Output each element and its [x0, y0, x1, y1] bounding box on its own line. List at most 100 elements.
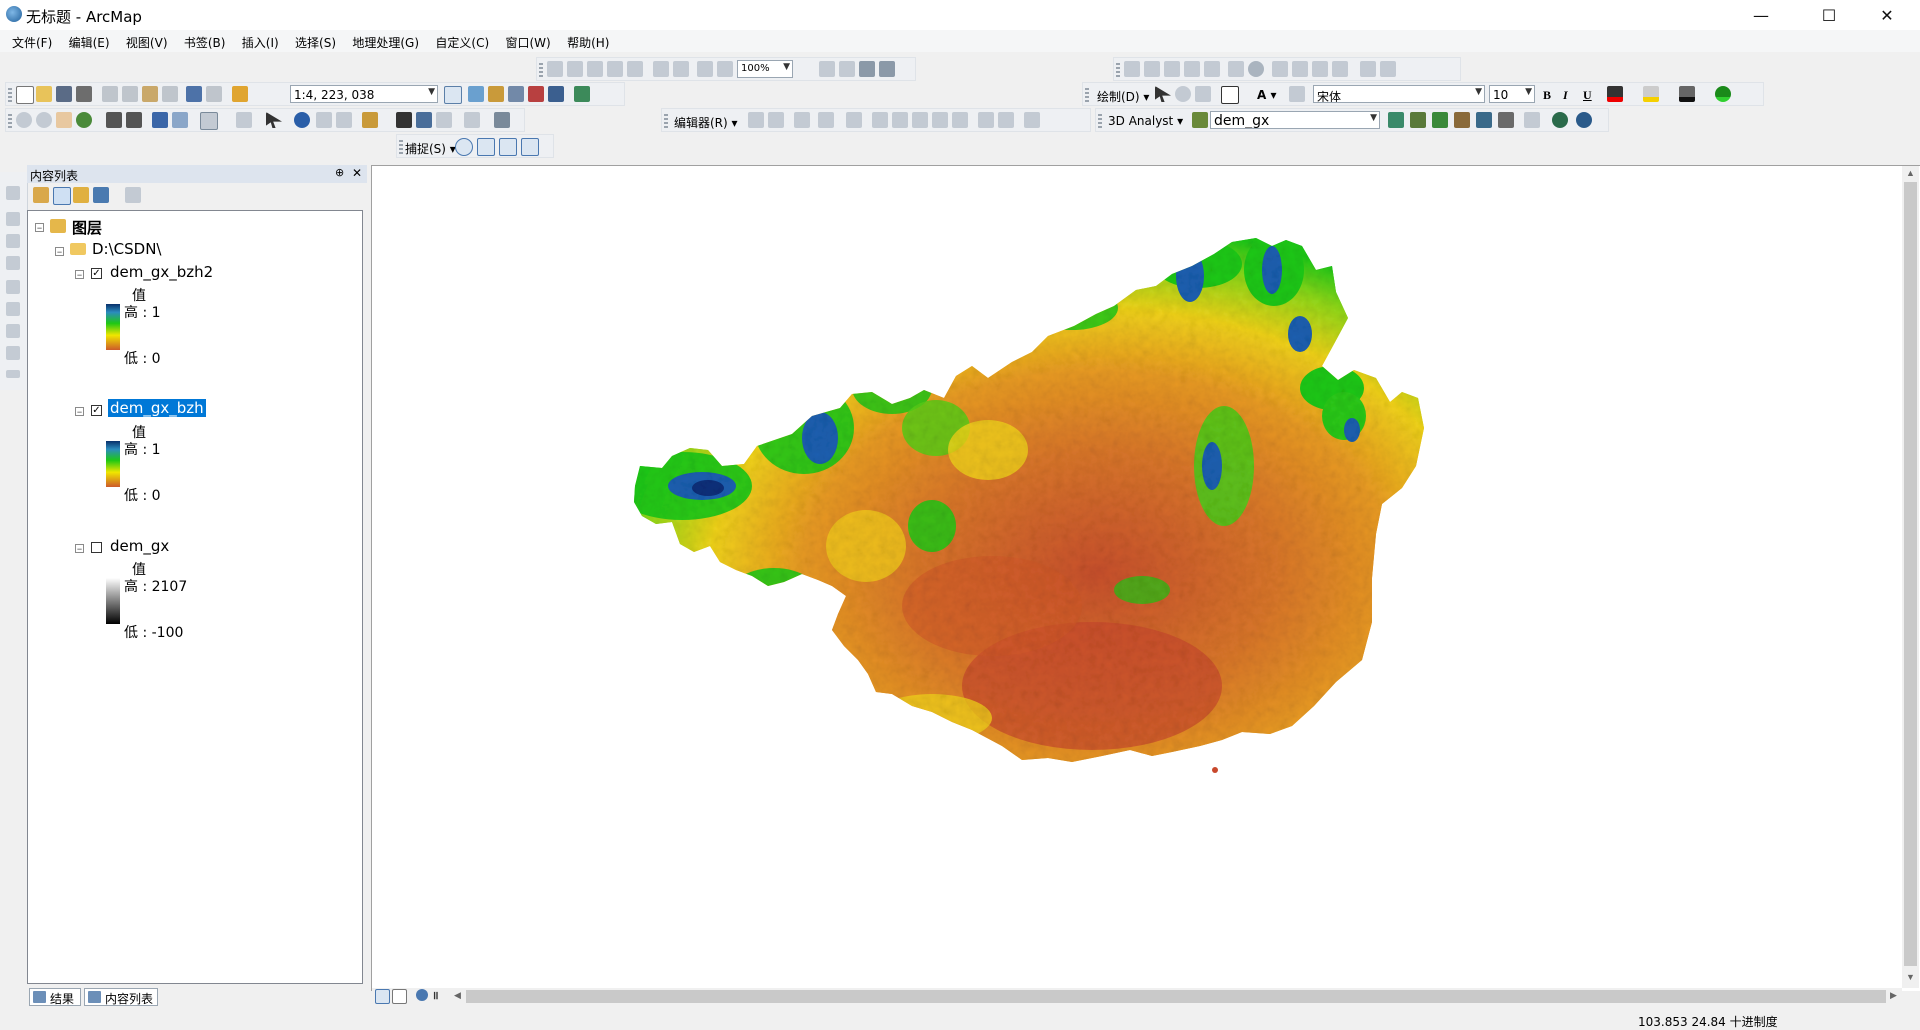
toolbar-grip[interactable] — [8, 88, 12, 102]
cut-polygons-icon[interactable] — [912, 112, 928, 128]
3d-analyst-menu[interactable]: 3D Analyst ▾ — [1108, 114, 1183, 128]
rotate-tool-icon[interactable] — [952, 112, 968, 128]
dock-icon-9[interactable] — [6, 370, 20, 378]
forward-extent-page-icon[interactable] — [717, 61, 733, 77]
split-icon[interactable] — [932, 112, 948, 128]
menu-customize[interactable]: 自定义(C) — [429, 30, 496, 51]
python-window-icon[interactable] — [548, 86, 564, 102]
horizontal-scroll-thumb[interactable] — [466, 990, 1886, 1003]
menu-selection[interactable]: 选择(S) — [289, 30, 343, 51]
paste-icon[interactable] — [142, 86, 158, 102]
toggle-draft-icon[interactable] — [819, 61, 835, 77]
contour-icon[interactable] — [1388, 112, 1404, 128]
snapping-menu[interactable]: 捕捉(S) ▾ — [405, 140, 456, 157]
menu-view[interactable]: 视图(V) — [120, 30, 175, 51]
pause-drawing-icon[interactable]: ॥ — [432, 988, 439, 1003]
font-color-icon[interactable] — [1607, 86, 1623, 102]
bold-button[interactable]: B — [1543, 88, 1551, 103]
collapse-toggle[interactable]: − — [75, 544, 84, 554]
back-arrow-icon[interactable] — [152, 112, 168, 128]
dock-icon-3[interactable] — [6, 234, 20, 248]
interpolate-polygon-icon[interactable] — [1498, 112, 1514, 128]
zoom-out-page-icon[interactable] — [567, 61, 583, 77]
point-icon[interactable] — [846, 112, 862, 128]
data-view-icon[interactable] — [375, 989, 390, 1004]
collapse-toggle[interactable]: − — [35, 223, 44, 233]
scroll-left-icon[interactable]: ◀ — [454, 990, 461, 1001]
toolbar-grip[interactable] — [539, 63, 543, 77]
georef-icon-9[interactable] — [1292, 61, 1308, 77]
reshape-icon[interactable] — [892, 112, 908, 128]
select-features-icon[interactable] — [200, 112, 218, 130]
line-color-icon[interactable] — [1679, 86, 1695, 102]
zoom-in-page-icon[interactable] — [547, 61, 563, 77]
print-icon[interactable] — [76, 86, 92, 102]
font-size-combo[interactable]: 10 ▼ — [1489, 85, 1535, 103]
rotate-icon[interactable] — [1175, 86, 1191, 102]
hyperlink-icon[interactable] — [316, 112, 332, 128]
dock-icon-6[interactable] — [6, 302, 20, 316]
close-icon[interactable]: ✕ — [352, 166, 362, 180]
back-extent-page-icon[interactable] — [697, 61, 713, 77]
root-layers-label[interactable]: 图层 — [72, 217, 102, 238]
zoom-in-icon[interactable] — [16, 112, 32, 128]
time-slider-icon[interactable] — [464, 112, 480, 128]
toolbar-grip[interactable] — [8, 114, 12, 128]
fixed-zoom-in-page-icon[interactable] — [653, 61, 669, 77]
cut-icon[interactable] — [102, 86, 118, 102]
map-horizontal-scrollbar[interactable]: ◀ ▶ — [452, 988, 1902, 1005]
editor-toolbar-icon[interactable] — [444, 86, 462, 104]
font-combo[interactable]: 宋体 ▼ — [1313, 85, 1485, 103]
undo-icon[interactable] — [186, 86, 202, 102]
zoom-whole-page-icon[interactable] — [607, 61, 623, 77]
italic-button[interactable]: I — [1563, 88, 1568, 103]
dock-icon-4[interactable] — [6, 256, 20, 270]
select-elements-arrow-icon[interactable] — [1155, 86, 1171, 102]
layout-view-icon[interactable] — [392, 989, 407, 1004]
menu-windows[interactable]: 窗口(W) — [499, 30, 557, 51]
new-document-icon[interactable] — [16, 86, 34, 104]
edit-annotation-icon[interactable] — [768, 112, 784, 128]
dock-icon-8[interactable] — [6, 346, 20, 360]
georef-icon-6[interactable] — [1228, 61, 1244, 77]
georef-icon-5[interactable] — [1204, 61, 1220, 77]
copy-icon[interactable] — [122, 86, 138, 102]
menu-edit[interactable]: 编辑(E) — [63, 30, 117, 51]
map-scale-combo[interactable]: 1:4, 223, 038 ▼ — [290, 85, 438, 103]
toolbar-grip[interactable] — [399, 140, 403, 154]
toolbar-grip[interactable] — [1116, 63, 1120, 77]
catalog-window-icon[interactable] — [488, 86, 504, 102]
menu-file[interactable]: 文件(F) — [6, 30, 59, 51]
identify-icon[interactable] — [294, 112, 310, 128]
rectangle-shape-icon[interactable] — [1221, 86, 1239, 104]
find-binoculars-icon[interactable] — [396, 112, 412, 128]
layer-combo[interactable]: dem_gx ▼ — [1210, 111, 1380, 129]
focus-data-frame-icon[interactable] — [839, 61, 855, 77]
layer-name[interactable]: dem_gx_bzh2 — [110, 263, 213, 281]
georef-icon-12[interactable] — [1360, 61, 1376, 77]
pan-hand-icon[interactable] — [56, 112, 72, 128]
menu-geoprocessing[interactable]: 地理处理(G) — [346, 30, 426, 51]
end-snapping-icon[interactable] — [477, 138, 495, 156]
menu-bookmarks[interactable]: 书签(B) — [178, 30, 233, 51]
fixed-zoom-in-icon[interactable] — [106, 112, 122, 128]
delete-icon[interactable] — [162, 86, 178, 102]
fill-color-icon[interactable] — [1643, 86, 1659, 102]
pin-icon[interactable]: ⊕ — [335, 166, 344, 179]
forward-arrow-icon[interactable] — [172, 112, 188, 128]
data-driven-pages-icon[interactable] — [879, 61, 895, 77]
go-to-xy-icon[interactable] — [436, 112, 452, 128]
dem-raster-map[interactable] — [372, 166, 1901, 988]
georef-icon-13[interactable] — [1380, 61, 1396, 77]
georef-icon-1[interactable] — [1124, 61, 1140, 77]
list-by-selection-icon[interactable] — [93, 187, 109, 203]
toolbar-grip[interactable] — [1085, 88, 1089, 102]
arctoolbox-icon[interactable] — [528, 86, 544, 102]
map-vertical-scrollbar[interactable]: ▲ ▼ — [1902, 166, 1919, 988]
sketch-properties-icon[interactable] — [998, 112, 1014, 128]
georef-icon-11[interactable] — [1332, 61, 1348, 77]
attributes-icon[interactable] — [978, 112, 994, 128]
arcscene-globe-icon[interactable] — [1552, 112, 1568, 128]
scroll-right-icon[interactable]: ▶ — [1890, 990, 1897, 1001]
open-folder-icon[interactable] — [36, 86, 52, 102]
